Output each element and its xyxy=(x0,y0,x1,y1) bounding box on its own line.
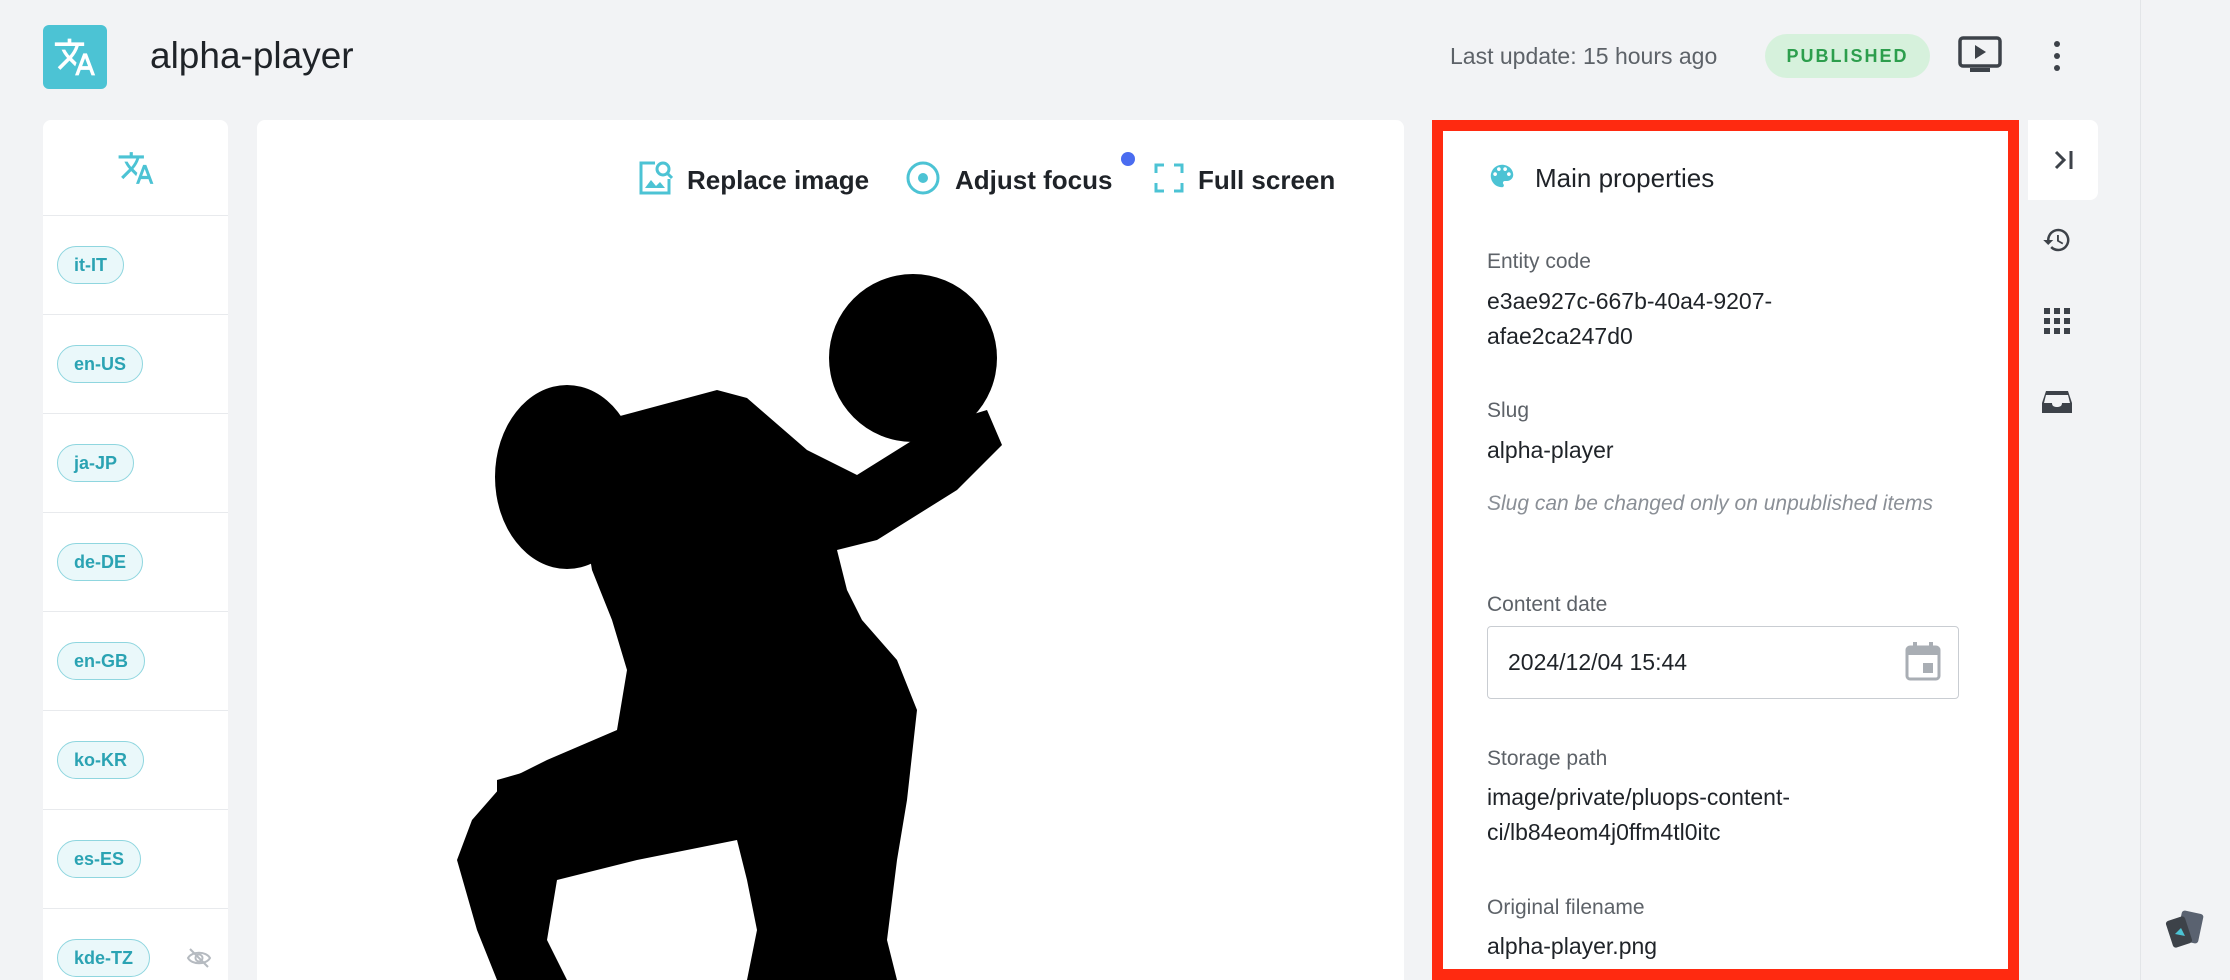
image-search-icon xyxy=(637,159,674,202)
fullscreen-icon xyxy=(1154,163,1184,198)
locale-chip[interactable]: es-ES xyxy=(57,840,142,878)
page-title: alpha-player xyxy=(150,35,354,76)
inbox-icon[interactable] xyxy=(2040,385,2074,419)
notification-dot xyxy=(1121,152,1135,166)
entity-code-label: Entity code xyxy=(1487,250,1591,273)
locale-chip[interactable]: ko-KR xyxy=(57,741,144,779)
panel-header: Main properties xyxy=(1487,161,1714,196)
storage-path-value-line1: image/private/pluops-content- xyxy=(1487,784,1790,810)
storage-path-value-line2: ci/lb84eom4j0ffm4tl0itc xyxy=(1487,819,1721,845)
original-filename-value: alpha-player.png xyxy=(1487,933,1658,959)
locale-chip[interactable]: it-IT xyxy=(57,246,124,284)
image-editor-panel: Replace image Adjust focus Full screen xyxy=(257,120,1404,980)
adjust-focus-button[interactable]: Adjust focus xyxy=(905,156,1112,204)
entity-code-value-line1: e3ae927c-667b-40a4-9207- xyxy=(1487,288,1773,314)
locale-item[interactable]: es-ES xyxy=(43,810,228,909)
collapse-right-icon[interactable] xyxy=(2028,120,2098,200)
apps-grid-icon[interactable] xyxy=(2040,304,2074,338)
history-icon[interactable] xyxy=(2040,223,2074,257)
original-filename-label: Original filename xyxy=(1487,896,1645,919)
locale-sidebar: it-IT en-US ja-JP de-DE en-GB ko-KR es-E… xyxy=(43,120,228,980)
locale-item[interactable]: de-DE xyxy=(43,513,228,612)
palette-icon xyxy=(1487,161,1517,196)
locale-chip[interactable]: en-US xyxy=(57,345,144,383)
status-badge: PUBLISHED xyxy=(1765,34,1930,78)
cards-icon[interactable] xyxy=(2165,910,2207,953)
translate-icon xyxy=(43,120,228,216)
locale-chip[interactable]: en-GB xyxy=(57,642,145,680)
locale-item[interactable]: ja-JP xyxy=(43,414,228,513)
fullscreen-button[interactable]: Full screen xyxy=(1154,156,1335,204)
locale-item[interactable]: it-IT xyxy=(43,216,228,315)
main-properties-panel: Main properties Entity code e3ae927c-667… xyxy=(1432,120,2019,980)
storage-path-label: Storage path xyxy=(1487,747,1608,770)
locale-chip[interactable]: ja-JP xyxy=(57,444,135,482)
more-vert-icon[interactable] xyxy=(2044,36,2070,76)
slug-label: Slug xyxy=(1487,399,1530,422)
locale-item[interactable]: en-GB xyxy=(43,612,228,711)
divider xyxy=(2140,0,2141,980)
locale-chip[interactable]: kde-TZ xyxy=(57,939,151,977)
calendar-icon[interactable] xyxy=(1905,641,1941,686)
locale-item[interactable]: kde-TZ xyxy=(43,909,228,980)
entity-code-value-line2: afae2ca247d0 xyxy=(1487,323,1633,349)
image-preview xyxy=(457,274,1002,980)
adjust-focus-label: Adjust focus xyxy=(955,164,1113,195)
locale-item[interactable]: ko-KR xyxy=(43,711,228,810)
eye-off-icon[interactable] xyxy=(186,947,212,974)
panel-title: Main properties xyxy=(1535,163,1715,193)
locale-item[interactable]: en-US xyxy=(43,315,228,414)
slug-value: alpha-player xyxy=(1487,437,1614,463)
last-update-text: Last update: 15 hours ago xyxy=(1450,43,1718,69)
translate-icon[interactable] xyxy=(43,25,107,89)
slug-hint: Slug can be changed only on unpublished … xyxy=(1487,492,1933,515)
replace-image-label: Replace image xyxy=(687,164,870,195)
preview-icon[interactable] xyxy=(1958,36,2002,74)
focus-target-icon xyxy=(905,160,941,201)
replace-image-button[interactable]: Replace image xyxy=(637,156,869,204)
content-date-label: Content date xyxy=(1487,593,1608,616)
content-date-field[interactable]: 2024/12/04 15:44 xyxy=(1487,626,1959,699)
fullscreen-label: Full screen xyxy=(1198,164,1336,195)
locale-chip[interactable]: de-DE xyxy=(57,543,144,581)
